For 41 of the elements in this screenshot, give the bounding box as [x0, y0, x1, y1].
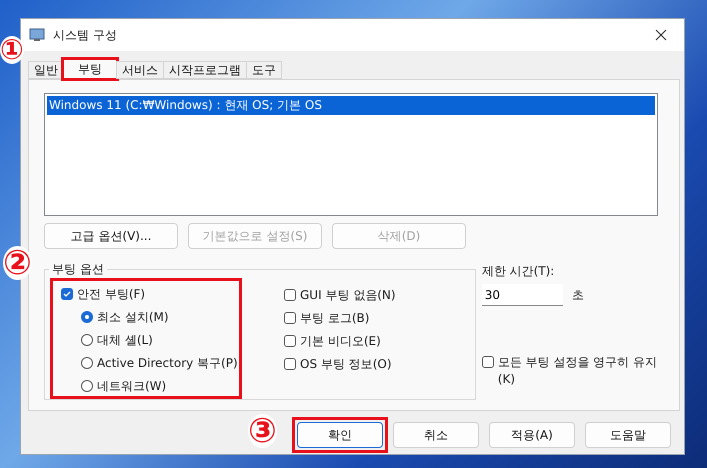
checkbox-label: 모든 부팅 설정을 영구히 유지(K) [498, 354, 658, 388]
radio-label: 최소 설치(M) [97, 308, 169, 326]
tab[interactable]: 시작프로그램 [163, 61, 247, 79]
checkbox[interactable] [284, 312, 296, 324]
app-icon [29, 27, 45, 43]
checkbox[interactable] [284, 289, 296, 301]
checkbox-label: OS 부팅 정보(O) [300, 356, 392, 372]
step-number: ② [3, 246, 32, 280]
radio-button[interactable] [81, 334, 93, 346]
unit-label: 초 [572, 286, 584, 304]
timeout-field[interactable]: 30 [482, 284, 563, 306]
close-icon [655, 29, 667, 41]
checkbox[interactable] [284, 335, 296, 347]
checkbox-label: GUI 부팅 없음(N) [300, 286, 396, 304]
timeout-label: 제한 시간(T): [482, 263, 556, 280]
list-action-button[interactable]: 고급 옵션(V)... [44, 223, 178, 249]
checkbox-label: 부팅 로그(B) [300, 310, 370, 326]
dialog-button[interactable]: 확인 [297, 422, 383, 448]
tab[interactable]: 일반 [28, 61, 64, 79]
window-title: 시스템 구성 [53, 26, 118, 44]
radio-label: Active Directory 복구(P) [97, 354, 238, 372]
checkbox[interactable] [61, 288, 73, 300]
tab[interactable]: 도구 [246, 61, 282, 79]
step-number: ① [0, 36, 24, 64]
radio-button[interactable] [81, 311, 93, 323]
dialog-button[interactable]: 도움말 [585, 422, 671, 448]
radio-label: 네트워크(W) [97, 378, 166, 394]
list-item[interactable]: Windows 11 (C:₩Windows) : 현재 OS; 기본 OS [47, 96, 655, 115]
dialog-button[interactable]: 적용(A) [489, 422, 575, 448]
radio-button[interactable] [81, 380, 93, 392]
group-title: 부팅 옵션 [49, 261, 107, 278]
tab[interactable]: 서비스 [116, 61, 164, 79]
radio-button[interactable] [81, 357, 93, 369]
tab[interactable]: 부팅 [63, 59, 117, 79]
dialog-button[interactable]: 취소 [393, 422, 479, 448]
checkbox-label: 기본 비디오(E) [300, 332, 381, 350]
checkbox[interactable] [482, 356, 494, 368]
checkbox-label: 안전 부팅(F) [77, 286, 146, 302]
radio-label: 대체 셸(L) [97, 332, 153, 348]
check-icon [63, 290, 71, 298]
checkbox[interactable] [284, 358, 296, 370]
